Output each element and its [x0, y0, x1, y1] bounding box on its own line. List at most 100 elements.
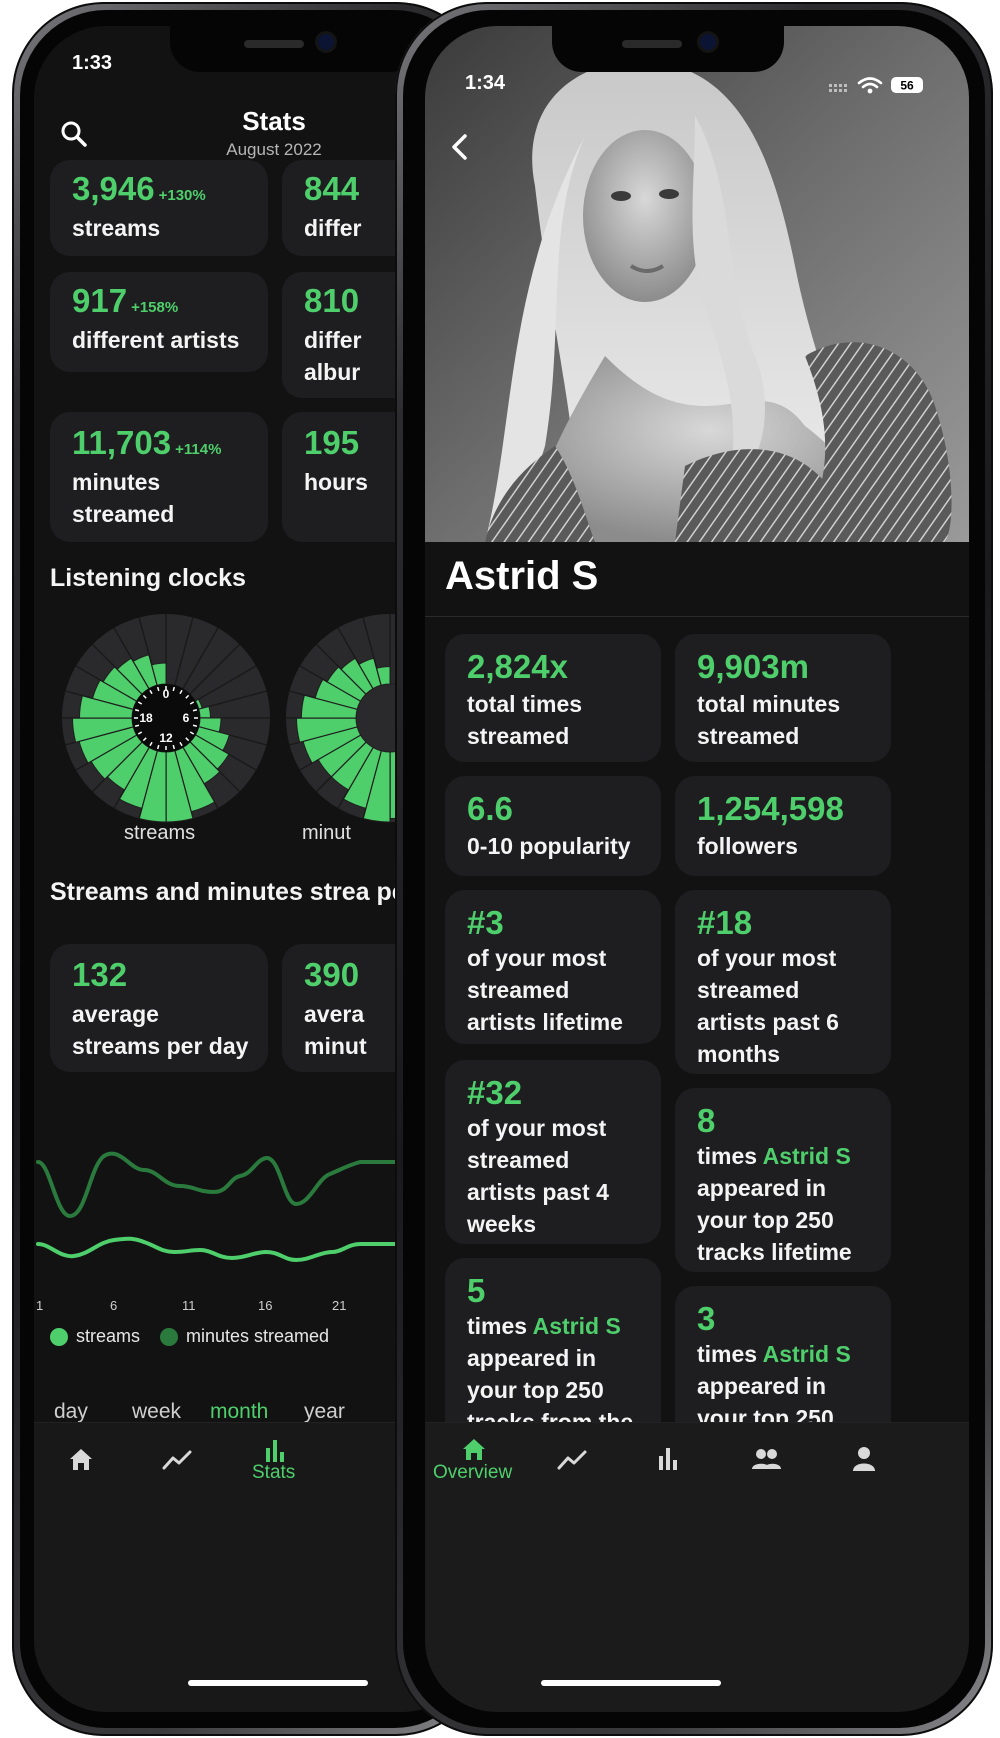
stats-icon[interactable]	[651, 1442, 685, 1476]
artist-screen: 1:34 56 Astrid S 2,824x total times stre…	[425, 26, 969, 1712]
stat-label: different artists	[72, 327, 240, 353]
legend-minutes-streamed[interactable]: minutes streamed	[160, 1326, 329, 1347]
home-icon[interactable]	[64, 1442, 98, 1476]
chart-x-tick: 1	[36, 1298, 44, 1313]
clock-tick	[192, 724, 198, 728]
stat-label: average streams per day	[72, 1001, 249, 1059]
notch	[552, 26, 784, 72]
stat-value: 1,254,598	[697, 790, 844, 827]
divider	[425, 616, 969, 617]
period-day[interactable]: day	[54, 1400, 88, 1424]
stat-card-different-artists[interactable]: 917 +158% different artists	[50, 272, 268, 372]
stat-value: 917 +158%	[72, 282, 179, 319]
nav-label-overview: Overview	[433, 1462, 513, 1483]
stat-label: times Astrid S appeared in your top 250 …	[697, 1143, 852, 1265]
chart-x-tick: 11	[182, 1298, 196, 1313]
stat-value: 3	[697, 1300, 716, 1337]
artist-card-followers[interactable]: 1,254,598 followers	[675, 776, 891, 876]
wifi-icon	[857, 77, 883, 89]
clock-tick	[172, 744, 176, 750]
stat-label: avera minut	[304, 1001, 367, 1059]
stat-value: 844	[304, 170, 360, 207]
stat-card-avg-streams[interactable]: 132 average streams per day	[50, 944, 268, 1072]
trending-icon[interactable]	[160, 1442, 194, 1476]
stat-label: hours	[304, 469, 368, 495]
signal-icon	[829, 84, 847, 92]
stat-card-streams[interactable]: 3,946 +130% streams	[50, 160, 268, 256]
stat-value: 132	[72, 956, 128, 993]
stat-change: +114%	[175, 441, 222, 458]
artist-highlight: Astrid S	[762, 1341, 851, 1367]
clock-label-minutes: minut	[302, 822, 351, 844]
artist-card-popularity[interactable]: 6.6 0-10 popularity	[445, 776, 661, 876]
chart-x-tick: 6	[110, 1298, 118, 1313]
artist-card-total-minutes[interactable]: 9,903m total minutes streamed	[675, 634, 891, 762]
stat-value: 195	[304, 424, 360, 461]
stat-value: 2,824x	[467, 648, 568, 685]
stat-value: 390	[304, 956, 360, 993]
legend-dot	[160, 1327, 178, 1346]
artist-photo	[425, 26, 969, 542]
stat-value: 9,903m	[697, 648, 809, 685]
clock-tick	[192, 708, 198, 712]
clock-label-streams: streams	[124, 822, 196, 844]
home-indicator	[541, 1680, 721, 1686]
stat-label: total times streamed	[467, 691, 583, 749]
status-time: 1:33	[72, 52, 113, 74]
chart-x-tick: 21	[332, 1298, 347, 1313]
back-arrow-icon[interactable]	[445, 130, 475, 164]
status-icons: 56	[829, 77, 923, 94]
stat-label: differ	[304, 215, 362, 241]
stat-label: of your most streamed artists past 4 wee…	[467, 1115, 609, 1237]
stat-label: total minutes streamed	[697, 691, 841, 749]
legend-dot	[50, 1327, 68, 1346]
period-week[interactable]: week	[132, 1400, 181, 1424]
profile-icon[interactable]	[847, 1442, 881, 1476]
stat-value: 5	[467, 1272, 486, 1309]
artist-highlight: Astrid S	[762, 1143, 851, 1169]
stat-label: streams	[72, 215, 161, 241]
stat-label: followers	[697, 833, 798, 859]
period-month[interactable]: month	[210, 1400, 268, 1424]
artist-card-rank-6-months[interactable]: #18 of your most streamed artists past 6…	[675, 890, 891, 1074]
chart-x-tick: 16	[258, 1298, 273, 1313]
clock-tick	[134, 708, 140, 712]
artist-card-total-streams[interactable]: 2,824x total times streamed	[445, 634, 661, 762]
friends-icon[interactable]	[749, 1442, 783, 1476]
stat-change: +158%	[131, 299, 179, 316]
listening-clock-streams[interactable]: 061218	[58, 610, 274, 826]
artist-card-rank-4-weeks[interactable]: #32 of your most streamed artists past 4…	[445, 1060, 661, 1244]
trending-icon[interactable]	[555, 1442, 589, 1476]
nav-label-stats: Stats	[252, 1462, 296, 1483]
artist-card-rank-lifetime[interactable]: #3 of your most streamed artists lifetim…	[445, 890, 661, 1044]
clock-hour-label: 6	[183, 711, 190, 725]
stat-card-minutes-streamed[interactable]: 11,703 +114% minutes streamed	[50, 412, 268, 542]
clock-tick	[134, 724, 140, 728]
stat-label: minutes streamed	[72, 469, 175, 527]
stat-value: 11,703 +114%	[72, 424, 222, 461]
speaker	[244, 40, 304, 48]
battery-level: 56	[900, 79, 914, 93]
home-indicator	[188, 1680, 368, 1686]
period-year[interactable]: year	[304, 1400, 345, 1424]
stat-value: 6.6	[467, 790, 513, 827]
legend-streams[interactable]: streams	[50, 1326, 140, 1347]
stat-label: 0-10 popularity	[467, 833, 631, 859]
stat-value: 8	[697, 1102, 716, 1139]
stat-value: #32	[467, 1074, 523, 1111]
clock-tick	[156, 744, 160, 750]
status-time: 1:34	[465, 72, 506, 94]
stat-value: #18	[697, 904, 753, 941]
home-icon[interactable]	[457, 1432, 491, 1466]
stat-label: of your most streamed artists lifetime	[467, 945, 623, 1035]
clock-hour-label: 12	[159, 731, 173, 745]
front-camera	[318, 34, 334, 50]
stat-value: 810	[304, 282, 360, 319]
clock-hour-label: 18	[139, 711, 153, 725]
artist-card-top-tracks-lifetime[interactable]: 8 times Astrid S appeared in your top 25…	[675, 1088, 891, 1272]
stat-change: +130%	[158, 187, 206, 204]
stat-value: #3	[467, 904, 504, 941]
speaker	[622, 40, 682, 48]
section-listening-clocks: Listening clocks	[50, 564, 246, 592]
notch	[170, 26, 420, 72]
